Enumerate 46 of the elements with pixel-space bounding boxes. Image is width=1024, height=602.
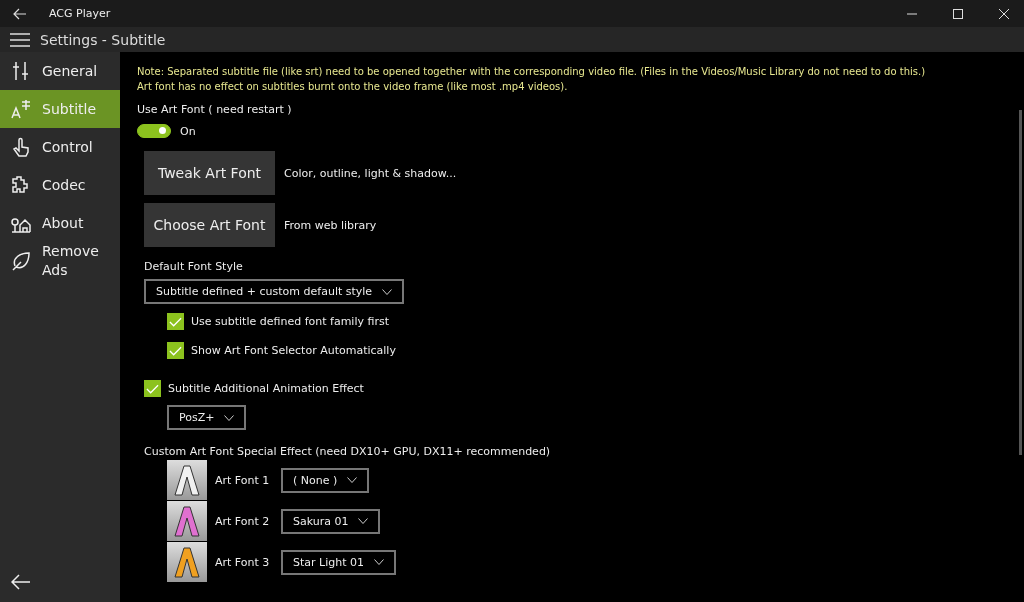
- art-font-label: Art Font 2: [215, 514, 271, 528]
- note-text: Art font has no effect on subtitles burnt onto the video frame (like most .mp4 videos).: [137, 80, 569, 94]
- chevron-down-icon: [358, 518, 369, 524]
- setting-label: Use Art Font ( need restart ): [137, 103, 292, 116]
- checkbox-label: Use subtitle defined font family first: [191, 315, 389, 328]
- checkbox[interactable]: [144, 380, 161, 397]
- art-font-button[interactable]: Choose Art Font: [144, 203, 275, 247]
- button-description: From web library: [284, 218, 377, 232]
- chevron-down-icon: [374, 559, 384, 565]
- chevron-down-icon: [224, 414, 235, 421]
- art-font-dropdown[interactable]: ( None ): [281, 467, 370, 493]
- art-font-label: Art Font 3: [215, 555, 271, 569]
- setting-label: Default Font Style: [144, 260, 243, 273]
- back-icon[interactable]: [13, 7, 27, 20]
- sidebar-item[interactable]: Remove Ads: [0, 242, 120, 280]
- art-font-label: Art Font 1: [215, 473, 271, 487]
- art-font-button[interactable]: Tweak Art Font: [144, 151, 275, 195]
- toggle-state: On: [180, 124, 196, 138]
- button-description: Color, outline, light & shadow...: [284, 166, 457, 180]
- text-icon: [10, 98, 32, 120]
- maximize-icon[interactable]: [952, 7, 964, 20]
- chevron-down-icon: [382, 288, 393, 295]
- checkbox[interactable]: [167, 313, 184, 330]
- chevron-down-icon: [347, 477, 358, 483]
- sidebar-item[interactable]: Codec: [0, 166, 120, 204]
- checkbox[interactable]: [167, 342, 184, 359]
- checkbox-label: Subtitle Additional Animation Effect: [168, 382, 364, 395]
- window-title: ACG Player: [49, 7, 111, 20]
- hand-icon: [10, 136, 32, 158]
- sidebar-item[interactable]: Control: [0, 128, 120, 166]
- scrollbar[interactable]: [1019, 110, 1022, 455]
- page-title: Settings - Subtitle: [40, 31, 166, 48]
- art-font-dropdown[interactable]: Star Light 01: [281, 549, 396, 575]
- checkbox-label: Show Art Font Selector Automatically: [191, 344, 396, 357]
- animation-dropdown[interactable]: PosZ+: [167, 405, 247, 430]
- art-font-dropdown[interactable]: Sakura 01: [281, 508, 381, 534]
- sidebar-item[interactable]: General: [0, 52, 120, 90]
- menu-icon[interactable]: [10, 32, 30, 47]
- note-text: Note: Separated subtitle file (like srt) need to be opened together with the corresponding video file. (Files in the Videos/Music Library do not need to do this.): [137, 65, 926, 79]
- close-icon[interactable]: [998, 7, 1010, 20]
- setting-label: Custom Art Font Special Effect (need DX10+ GPU, DX11+ recommended): [144, 445, 551, 458]
- font-style-dropdown[interactable]: Subtitle defined + custom default style: [144, 279, 405, 304]
- back-icon[interactable]: [11, 574, 31, 590]
- sidebar-item[interactable]: About: [0, 204, 120, 242]
- leaf-icon: [10, 250, 32, 272]
- toggle-switch[interactable]: [137, 124, 171, 138]
